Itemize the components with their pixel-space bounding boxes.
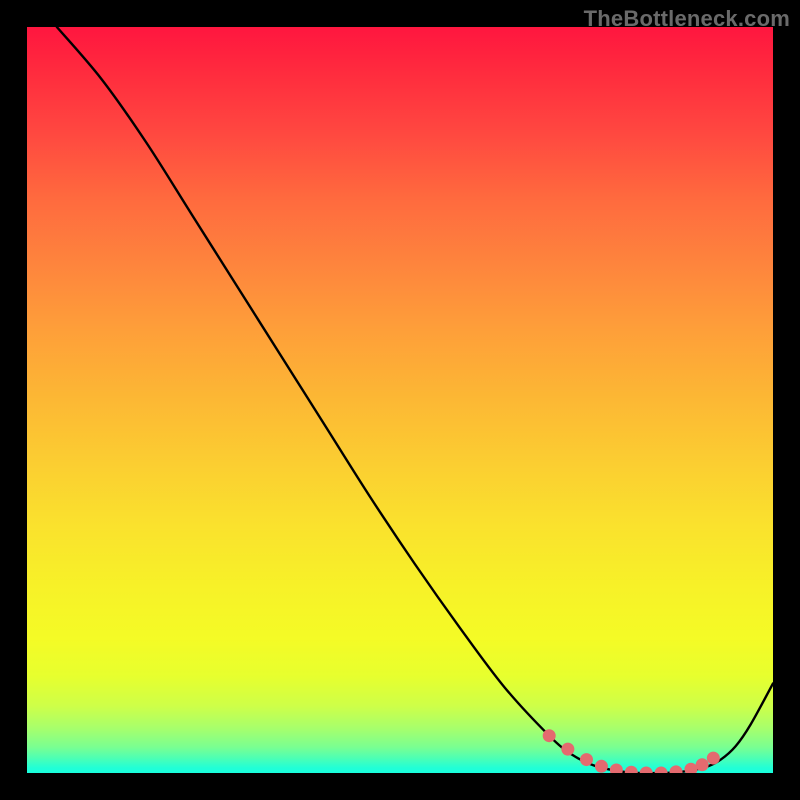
valley-dot	[640, 767, 653, 774]
chart-svg	[27, 27, 773, 773]
valley-dot	[543, 729, 556, 742]
valley-dot	[610, 764, 623, 773]
plot-area	[27, 27, 773, 773]
valley-dot	[707, 752, 720, 765]
valley-dot	[696, 758, 709, 771]
valley-dot	[625, 766, 638, 773]
valley-dot	[595, 760, 608, 773]
valley-dot	[655, 767, 668, 774]
valley-dots	[543, 729, 720, 773]
bottleneck-curve	[57, 27, 773, 773]
valley-dot	[684, 763, 697, 773]
valley-dot	[580, 753, 593, 766]
valley-dot	[561, 743, 574, 756]
watermark-text: TheBottleneck.com	[584, 6, 790, 32]
valley-dot	[670, 765, 683, 773]
chart-stage: TheBottleneck.com	[0, 0, 800, 800]
